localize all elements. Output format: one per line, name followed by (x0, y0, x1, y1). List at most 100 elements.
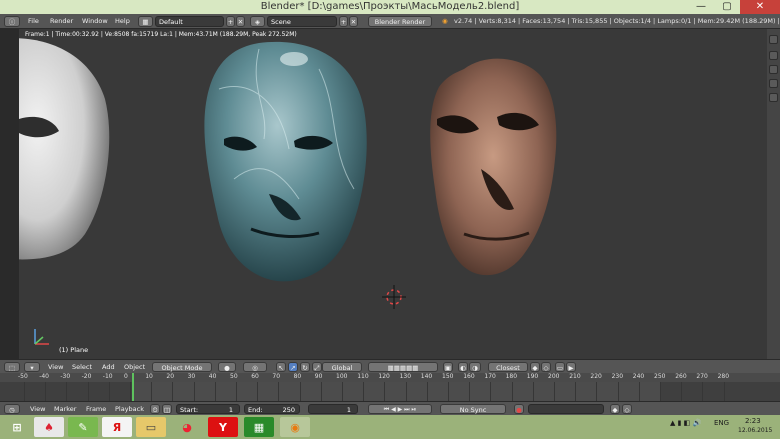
timeline-menu-marker[interactable]: Marker (54, 404, 76, 414)
snap-align-icon[interactable]: ◆ (530, 362, 540, 372)
pivot-point-icon[interactable]: ◎ (243, 362, 267, 372)
panel-toggle-button[interactable] (769, 93, 778, 102)
app-icon-blender[interactable]: ◉ (280, 417, 310, 437)
scale-icon[interactable]: ⤢ (312, 362, 322, 372)
panel-toggle-button[interactable] (769, 65, 778, 74)
timeline-tick-label: 120 (378, 373, 390, 380)
mode-select[interactable]: Object Mode (152, 362, 212, 372)
sync-mode-select[interactable]: No Sync (440, 404, 506, 414)
view-menu-toggle[interactable]: ▾ (24, 362, 40, 372)
current-frame-field[interactable]: 1 (308, 404, 358, 414)
menu-render[interactable]: Render (50, 16, 73, 27)
timeline-tick-label: 210 (569, 373, 581, 380)
editor-type-icon[interactable]: ⬚ (4, 362, 20, 372)
scene-icon[interactable]: ◈ (250, 16, 265, 27)
remove-scene-button[interactable]: ✕ (349, 16, 358, 27)
lock-range-icon[interactable]: ◫ (162, 404, 172, 414)
end-frame-label: End: (248, 406, 263, 414)
render-preview-icon[interactable]: ▭ (555, 362, 565, 372)
3d-cursor-icon[interactable] (382, 285, 406, 309)
clock-time[interactable]: 2:23 (745, 417, 761, 425)
remove-layout-button[interactable]: ✕ (236, 16, 245, 27)
snap-toggle-icon[interactable]: ◑ (469, 362, 481, 372)
menu-select[interactable]: Select (72, 362, 92, 372)
layers-grid[interactable]: ▦▦▦▦▦ (368, 362, 438, 372)
tool-shelf-strip[interactable] (0, 29, 19, 359)
insert-keyframe-icon[interactable]: ◆ (610, 404, 620, 414)
playback-controls[interactable]: ⏮ ◀ ▶ ⏭ ⏯ (368, 404, 432, 414)
start-frame-field[interactable]: Start: 1 (176, 404, 240, 414)
timeline-grid-line (363, 382, 365, 401)
timeline-grid-line (257, 382, 259, 401)
textured-blue-mask-model[interactable] (204, 41, 367, 282)
rotate-icon[interactable]: ↻ (300, 362, 310, 372)
panel-toggle-button[interactable] (769, 35, 778, 44)
timeline-tick-label: -40 (39, 373, 49, 380)
record-keyframes-icon[interactable]: ● (514, 404, 524, 414)
properties-strip[interactable] (767, 29, 780, 359)
proportional-edit-icon[interactable]: ◐ (458, 362, 468, 372)
opengl-render-icon[interactable]: ▶ (566, 362, 576, 372)
timeline-grid-line (66, 382, 68, 401)
transform-orientation-select[interactable]: Global (322, 362, 362, 372)
minimize-button[interactable]: — (688, 0, 714, 14)
current-frame-indicator[interactable] (132, 373, 135, 401)
scene-field[interactable]: Scene (267, 16, 337, 27)
app-icon-pen[interactable]: ✎ (68, 417, 98, 437)
end-frame-field[interactable]: End: 250 (244, 404, 300, 414)
scanned-face-mask-model[interactable] (430, 58, 557, 276)
menu-file[interactable]: File (28, 16, 39, 27)
menu-window[interactable]: Window (82, 16, 108, 27)
menu-view[interactable]: View (48, 362, 63, 372)
snap-project-icon[interactable]: ◇ (541, 362, 551, 372)
timeline-grid-line (660, 382, 661, 401)
menu-help[interactable]: Help (115, 16, 130, 27)
add-layout-button[interactable]: + (226, 16, 235, 27)
screen-layout-field[interactable]: Default (155, 16, 224, 27)
timeline-editor[interactable]: -50 -40 -30 -20 -10 0 10 20 30 40 50 60 70 80 90 100 110… (0, 373, 780, 401)
timeline-editor-type-icon[interactable]: ◷ (4, 404, 20, 414)
clock-date[interactable]: 12.06.2015 (738, 427, 772, 434)
keying-set-field[interactable] (528, 404, 604, 414)
timeline-menu-playback[interactable]: Playback (115, 404, 144, 414)
white-mask-model[interactable] (19, 38, 110, 279)
app-icon-chrome[interactable]: ◕ (172, 417, 202, 437)
timeline-ruler[interactable]: -50 -40 -30 -20 -10 0 10 20 30 40 50 60 70 80 90 100 110… (0, 373, 780, 382)
delete-keyframe-icon[interactable]: ◇ (622, 404, 632, 414)
timeline-tick-label: 280 (717, 373, 730, 380)
info-editor-type-icon[interactable]: ⓘ (4, 16, 20, 27)
app-icon-explorer[interactable]: ▭ (136, 417, 166, 437)
timeline-tick-label: 90 (314, 373, 323, 380)
timeline-tick-label: 240 (632, 373, 645, 380)
3d-viewport[interactable]: Frame:1 | Time:00:32.92 | Ve:8508 fa:157… (19, 29, 767, 359)
manipulator-toggle-icon[interactable]: ↖ (276, 362, 286, 372)
use-preview-range-icon[interactable]: ⏲ (150, 404, 160, 414)
timeline-grid-line (214, 382, 216, 401)
maximize-button[interactable]: ▢ (714, 0, 740, 14)
menu-object[interactable]: Object (124, 362, 145, 372)
axis-gizmo-icon (34, 329, 49, 345)
screen-layout-icon[interactable]: ▦ (138, 16, 153, 27)
translate-icon[interactable]: ↗ (288, 362, 298, 372)
viewport-shading-icon[interactable]: ● (218, 362, 236, 372)
timeline-menu-view[interactable]: View (30, 404, 45, 414)
add-scene-button[interactable]: + (339, 16, 348, 27)
panel-toggle-button[interactable] (769, 51, 778, 60)
panel-toggle-button[interactable] (769, 79, 778, 88)
start-button-icon[interactable]: ⊞ (2, 417, 32, 437)
tray-icons[interactable]: ▲ ▮ ◧ 🔊 (670, 419, 701, 427)
start-frame-label: Start: (180, 406, 199, 414)
timeline-menu-frame[interactable]: Frame (86, 404, 106, 414)
language-indicator[interactable]: ENG (714, 419, 729, 427)
timeline-tick-label: 40 (208, 373, 217, 380)
app-icon-solitaire[interactable]: ♠ (34, 417, 64, 437)
app-icon-yandex-browser[interactable]: Y (208, 417, 238, 437)
close-button[interactable]: ✕ (740, 0, 780, 14)
menu-add[interactable]: Add (102, 362, 115, 372)
app-icon-green-app[interactable]: ▦ (244, 417, 274, 437)
snap-target-select[interactable]: Closest (488, 362, 528, 372)
timeline-grid-line (490, 382, 492, 401)
app-icon-yandex[interactable]: Я (102, 417, 132, 437)
render-engine-select[interactable]: Blender Render (368, 16, 432, 27)
lock-layers-icon[interactable]: ▣ (443, 362, 453, 372)
